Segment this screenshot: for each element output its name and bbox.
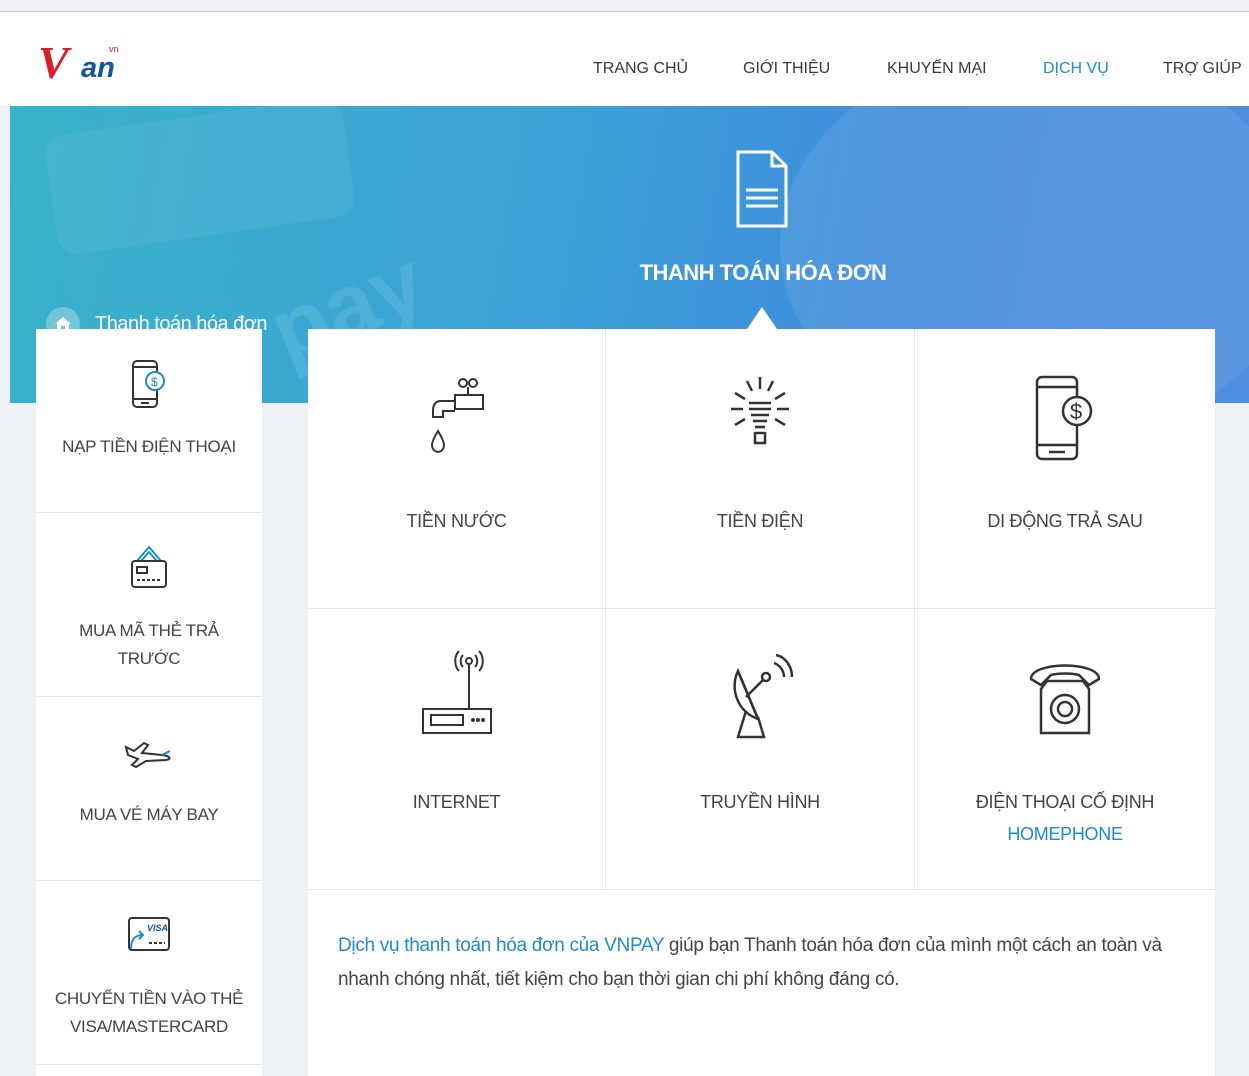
active-indicator (747, 307, 777, 329)
nav-trang-chu[interactable]: TRANG CHỦ (593, 60, 688, 78)
vnpay-service-link[interactable]: Dịch vụ thanh toán hóa đơn của VNPAY (338, 935, 664, 956)
sidebar-item-ve-may-bay[interactable]: MUA VÉ MÁY BAY (36, 697, 262, 881)
airplane-icon (36, 733, 262, 769)
service-di-dong-tra-sau[interactable]: $ DI ĐỘNG TRẢ SAU (915, 329, 1215, 609)
sidebar-item-label: NẠP TIỀN ĐIỆN THOẠI (62, 437, 236, 456)
satellite-dish-icon (606, 653, 914, 743)
document-icon (734, 150, 790, 235)
telephone-icon (915, 655, 1215, 741)
logo-text: an (81, 52, 115, 84)
service-tien-dien[interactable]: TIỀN ĐIỆN (606, 329, 915, 609)
service-label: DI ĐỘNG TRẢ SAU (987, 511, 1143, 531)
sidebar-item-chuyen-tien-visa[interactable]: VISA CHUYỂN TIỀN VÀO THẺ VISA/MASTERCARD (36, 881, 262, 1065)
sidebar-item-label: MUA VÉ MÁY BAY (79, 805, 219, 824)
nav-khuyen-mai[interactable]: KHUYẾN MẠI (887, 60, 987, 78)
svg-text:$: $ (151, 375, 158, 389)
sidebar-item-label: MUA MÃ THẺ TRẢ TRƯỚC (79, 621, 219, 668)
banner-decoration (43, 106, 357, 257)
nav-dich-vu[interactable]: DỊCH VỤ (1043, 60, 1109, 78)
services-panel: TIỀN NƯỚC TIỀN ĐIỆN $ DI ĐỘNG TRẢ SAU IN… (308, 329, 1215, 1076)
service-label: TIỀN NƯỚC (406, 511, 507, 531)
service-tien-nuoc[interactable]: TIỀN NƯỚC (308, 329, 606, 609)
site-header: V an vn TRANG CHỦ GIỚI THIỆU KHUYẾN MẠI … (0, 12, 1249, 106)
svg-text:VISA: VISA (147, 923, 168, 933)
service-dien-thoai-co-dinh[interactable]: ĐIỆN THOẠI CỐ ĐỊNH HOMEPHONE (915, 609, 1215, 890)
nav-gioi-thieu[interactable]: GIỚI THIỆU (743, 60, 830, 78)
service-label: ĐIỆN THOẠI CỐ ĐỊNH (975, 792, 1155, 812)
service-internet[interactable]: INTERNET (308, 609, 606, 890)
page-title: THANH TOÁN HÓA ĐƠN (639, 260, 887, 285)
logo-tld: vn (109, 44, 119, 54)
visa-card-icon: VISA (36, 915, 262, 955)
router-icon (308, 647, 605, 737)
phone-dollar-icon: $ (36, 359, 262, 411)
service-label: INTERNET (412, 792, 501, 812)
light-bulb-icon (606, 375, 914, 465)
service-label: TIỀN ĐIỆN (716, 511, 804, 531)
service-description: Dịch vụ thanh toán hóa đơn của VNPAY giú… (338, 929, 1188, 997)
service-truyen-hinh[interactable]: TRUYỀN HÌNH (606, 609, 915, 890)
sidebar-item-nap-tien[interactable]: $ NẠP TIỀN ĐIỆN THOẠI (36, 329, 262, 513)
water-faucet-icon (308, 375, 605, 465)
svg-text:$: $ (1070, 399, 1082, 424)
vban-logo[interactable]: V an vn (38, 37, 138, 90)
service-sublabel: HOMEPHONE (1007, 824, 1123, 844)
prepaid-card-icon (36, 543, 262, 591)
sidebar: $ NẠP TIỀN ĐIỆN THOẠI MUA MÃ THẺ TRẢ TRƯ… (36, 329, 262, 1076)
phone-dollar-icon: $ (915, 375, 1215, 465)
service-label: TRUYỀN HÌNH (700, 792, 820, 812)
sidebar-item-mua-ma-the[interactable]: MUA MÃ THẺ TRẢ TRƯỚC (36, 513, 262, 697)
sidebar-item-label: CHUYỂN TIỀN VÀO THẺ VISA/MASTERCARD (54, 989, 244, 1036)
nav-tro-giup[interactable]: TRỢ GIÚP (1163, 60, 1242, 78)
logo-mark: V (38, 37, 69, 88)
